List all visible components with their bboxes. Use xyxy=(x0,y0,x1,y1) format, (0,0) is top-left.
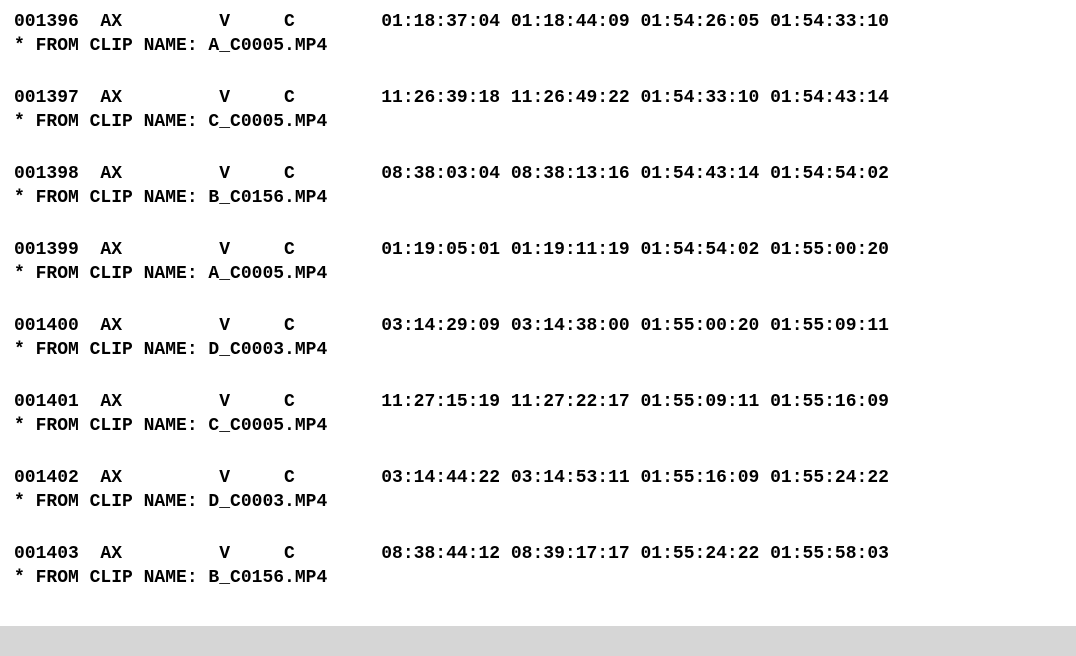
edl-event-header: 001402 AX V C 03:14:44:22 03:14:53:11 01… xyxy=(14,466,1062,490)
edl-event-header: 001399 AX V C 01:19:05:01 01:19:11:19 01… xyxy=(14,238,1062,262)
edl-event-header: 001403 AX V C 08:38:44:12 08:39:17:17 01… xyxy=(14,542,1062,566)
edl-event-header: 001398 AX V C 08:38:03:04 08:38:13:16 01… xyxy=(14,162,1062,186)
edl-event-clipname: * FROM CLIP NAME: A_C0005.MP4 xyxy=(14,34,1062,58)
edl-event-clipname: * FROM CLIP NAME: B_C0156.MP4 xyxy=(14,566,1062,590)
edl-event-clipname: * FROM CLIP NAME: B_C0156.MP4 xyxy=(14,186,1062,210)
edl-event-clipname: * FROM CLIP NAME: C_C0005.MP4 xyxy=(14,110,1062,134)
edl-event-header: 001400 AX V C 03:14:29:09 03:14:38:00 01… xyxy=(14,314,1062,338)
edl-event-header: 001396 AX V C 01:18:37:04 01:18:44:09 01… xyxy=(14,10,1062,34)
edl-event: 001403 AX V C 08:38:44:12 08:39:17:17 01… xyxy=(14,542,1062,590)
edl-event-clipname: * FROM CLIP NAME: C_C0005.MP4 xyxy=(14,414,1062,438)
edl-event: 001402 AX V C 03:14:44:22 03:14:53:11 01… xyxy=(14,466,1062,514)
edl-event: 001397 AX V C 11:26:39:18 11:26:49:22 01… xyxy=(14,86,1062,134)
edl-event: 001396 AX V C 01:18:37:04 01:18:44:09 01… xyxy=(14,10,1062,58)
edl-event-clipname: * FROM CLIP NAME: A_C0005.MP4 xyxy=(14,262,1062,286)
edl-event-header: 001397 AX V C 11:26:39:18 11:26:49:22 01… xyxy=(14,86,1062,110)
edl-document: 001396 AX V C 01:18:37:04 01:18:44:09 01… xyxy=(0,0,1076,590)
edl-event-clipname: * FROM CLIP NAME: D_C0003.MP4 xyxy=(14,338,1062,362)
edl-event: 001399 AX V C 01:19:05:01 01:19:11:19 01… xyxy=(14,238,1062,286)
footer-bar xyxy=(0,626,1076,656)
edl-event-header: 001401 AX V C 11:27:15:19 11:27:22:17 01… xyxy=(14,390,1062,414)
edl-event: 001398 AX V C 08:38:03:04 08:38:13:16 01… xyxy=(14,162,1062,210)
edl-event-clipname: * FROM CLIP NAME: D_C0003.MP4 xyxy=(14,490,1062,514)
edl-event: 001400 AX V C 03:14:29:09 03:14:38:00 01… xyxy=(14,314,1062,362)
edl-event: 001401 AX V C 11:27:15:19 11:27:22:17 01… xyxy=(14,390,1062,438)
